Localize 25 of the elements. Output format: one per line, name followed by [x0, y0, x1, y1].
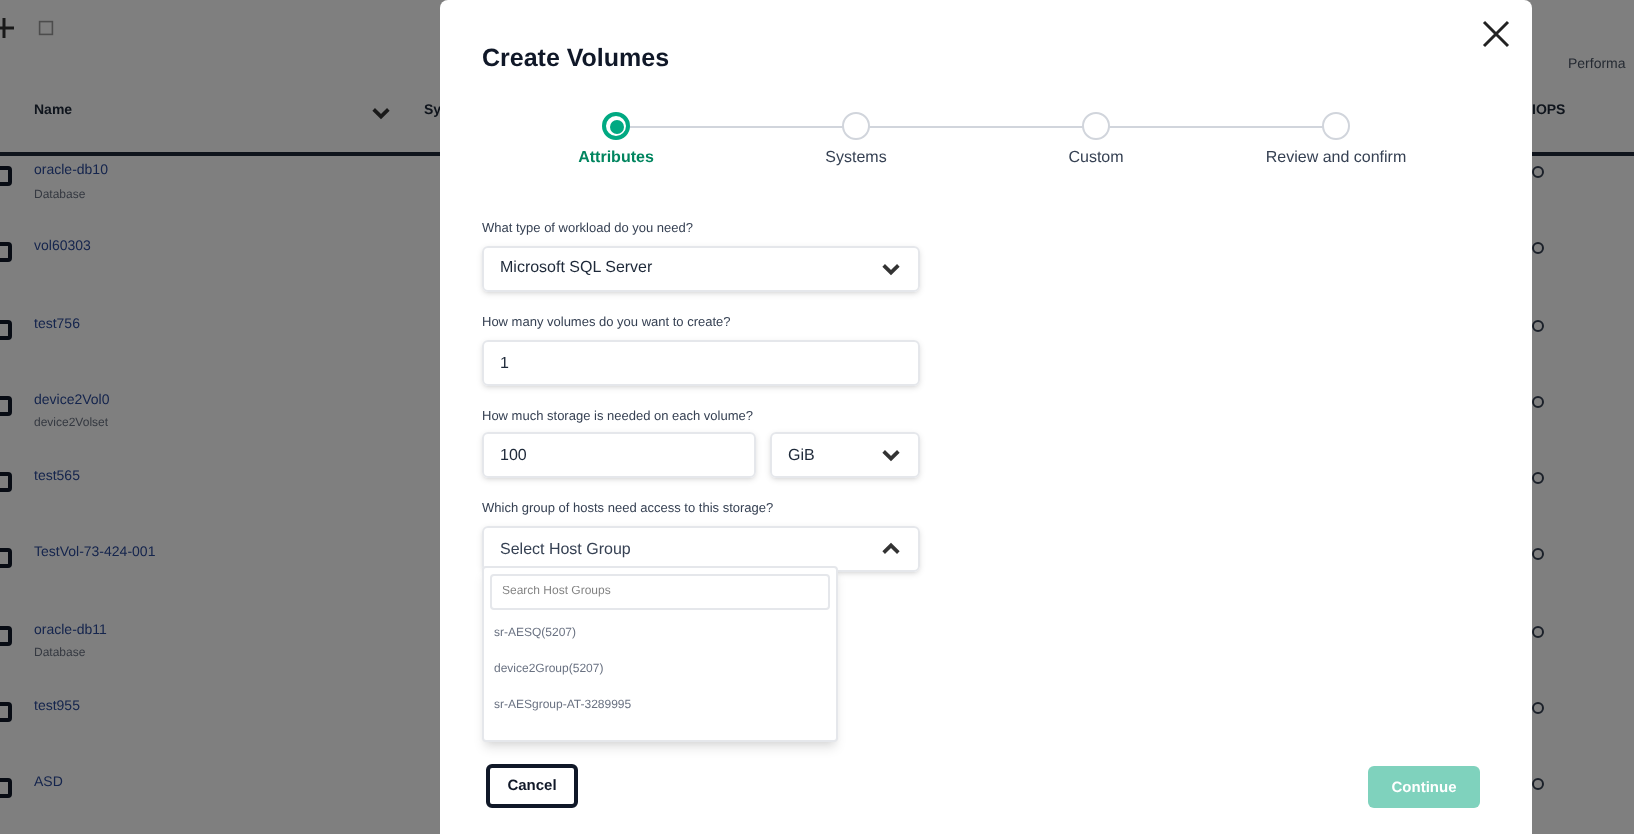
selected-value: Microsoft SQL Server [500, 256, 653, 281]
row-checkbox[interactable] [0, 319, 12, 340]
step-label[interactable]: Review and confirm [1265, 146, 1407, 170]
text-input[interactable]: 1 [482, 339, 920, 385]
chevron-down-icon [880, 444, 902, 467]
row-checkbox[interactable] [0, 472, 12, 493]
row-checkbox[interactable] [0, 548, 12, 569]
step-label[interactable]: Attributes [578, 146, 654, 170]
step-label[interactable]: Custom [1068, 146, 1124, 170]
placeholder-text: Select Host Group [500, 537, 631, 561]
unit-dropdown[interactable]: GiB [770, 432, 920, 479]
row-checkbox[interactable] [0, 395, 12, 416]
step-indicator[interactable] [602, 112, 630, 140]
dropdown-field[interactable]: Microsoft SQL Server [482, 245, 920, 292]
selected-value: GiB [788, 443, 815, 468]
step-label[interactable]: Systems [825, 146, 887, 170]
row-checkbox[interactable] [0, 778, 12, 799]
close-icon [1482, 20, 1510, 48]
text-input[interactable]: 100 [482, 432, 756, 479]
row-checkbox[interactable] [0, 242, 12, 263]
plus-icon[interactable] [0, 18, 14, 38]
dialog-title: Create Volumes [482, 42, 670, 76]
row-checkbox[interactable] [0, 702, 12, 723]
close-button[interactable] [1482, 20, 1510, 48]
row-checkbox[interactable] [0, 625, 12, 646]
